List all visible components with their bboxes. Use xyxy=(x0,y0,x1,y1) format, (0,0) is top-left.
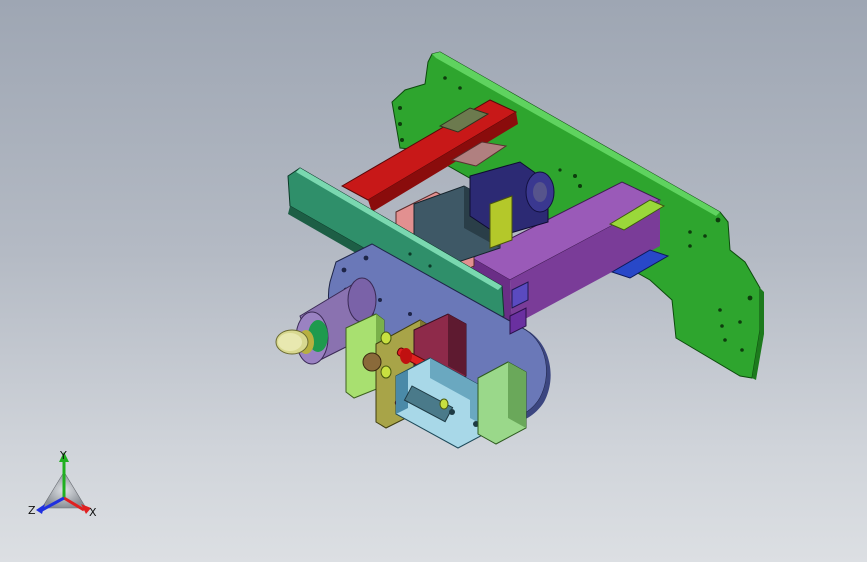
3d-graphics-viewport[interactable]: Y X Z xyxy=(0,0,867,562)
cylinder-end-block[interactable] xyxy=(477,361,527,445)
z-axis-label: Z xyxy=(28,504,36,517)
y-axis-label: Y xyxy=(59,449,67,462)
cad-assembly-model[interactable] xyxy=(0,0,867,562)
bearing[interactable] xyxy=(362,352,382,372)
coordinate-triad: Y X Z xyxy=(28,449,97,519)
x-axis-label: X xyxy=(89,506,97,519)
